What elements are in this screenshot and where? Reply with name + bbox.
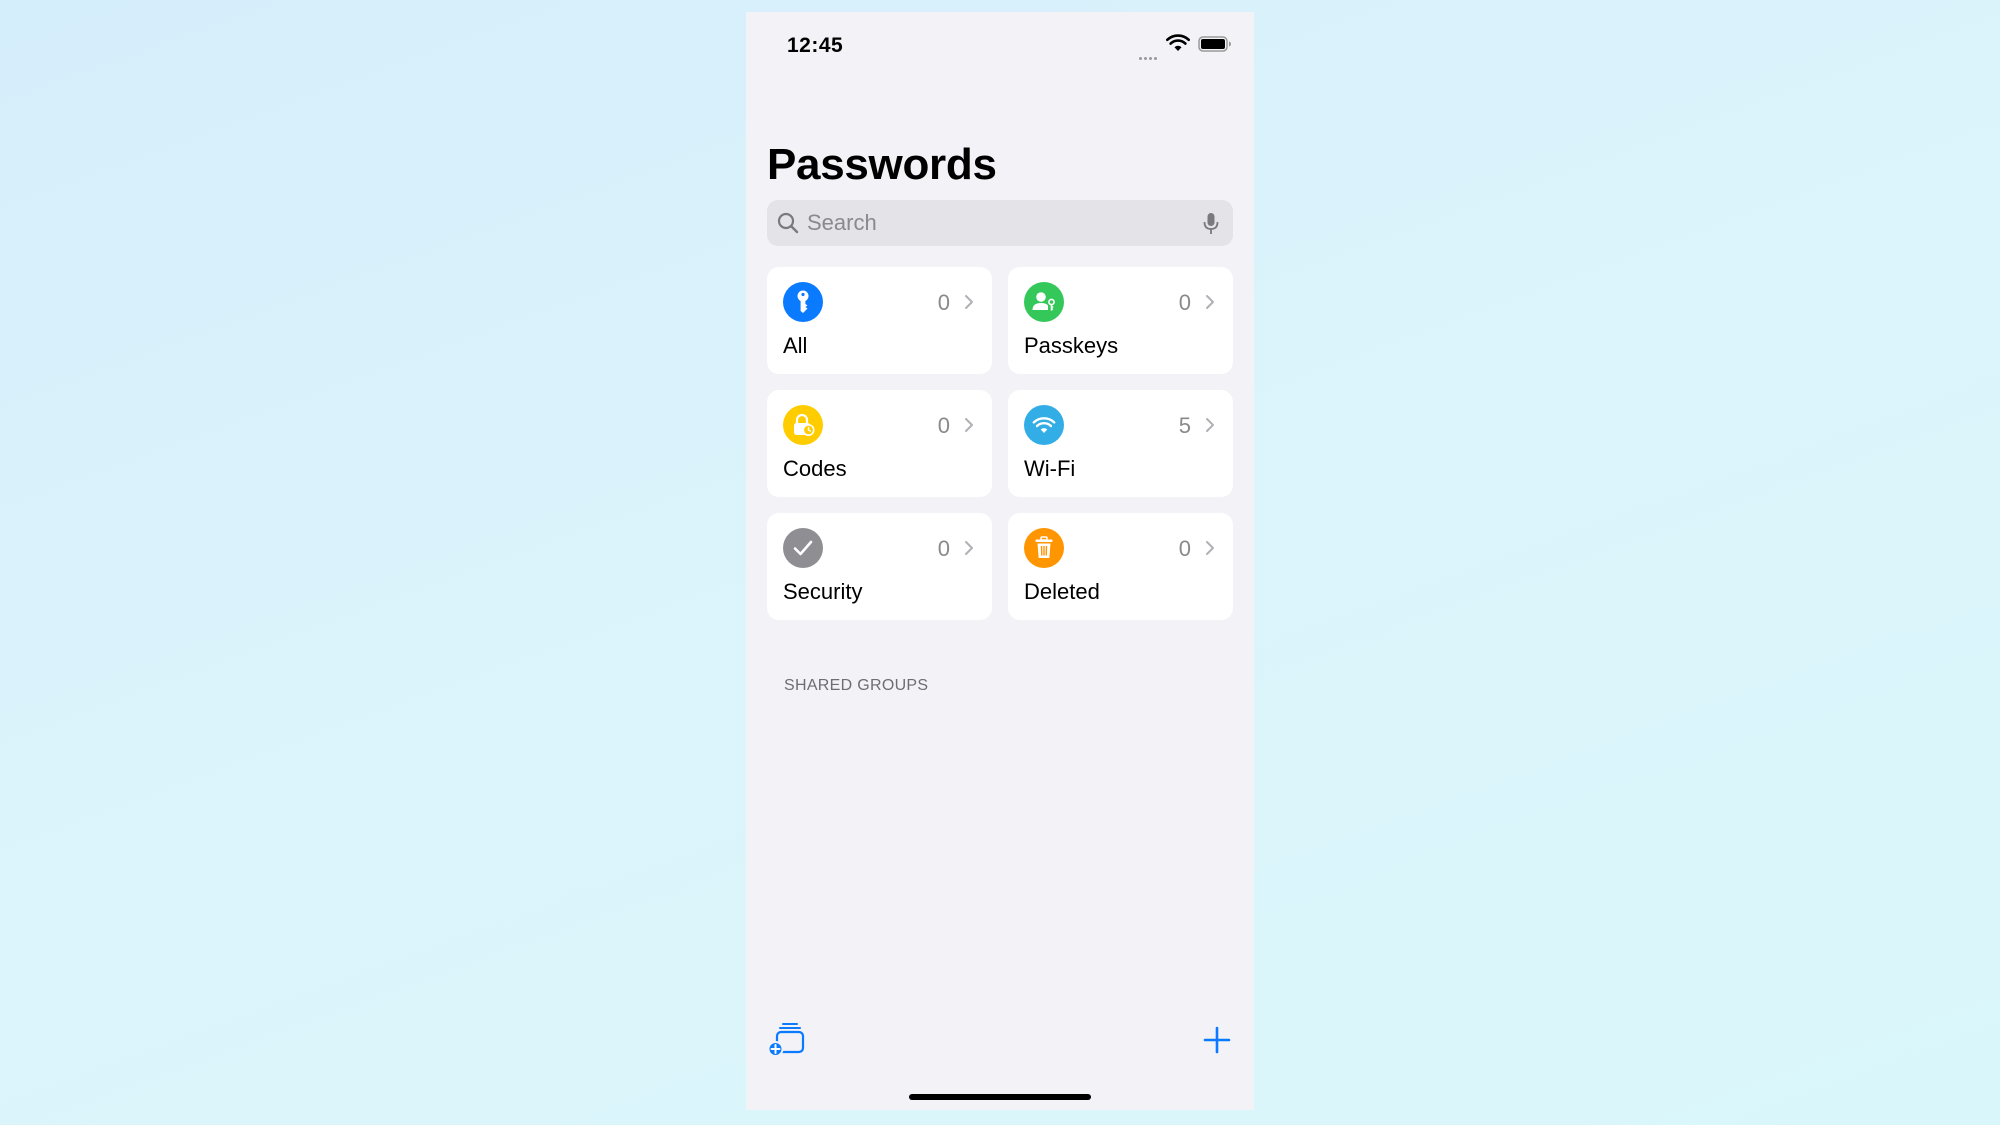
category-label: Security xyxy=(783,579,863,604)
wifi-status-icon xyxy=(1166,34,1190,51)
shared-groups-header: SHARED GROUPS xyxy=(784,677,929,694)
category-count: 0 xyxy=(937,290,950,315)
new-group-icon[interactable] xyxy=(767,1020,807,1060)
key-icon xyxy=(783,282,823,322)
category-card-security[interactable]: 0 Security xyxy=(767,513,992,620)
cellular-signal-icon xyxy=(1139,47,1161,60)
chevron-right-icon xyxy=(965,541,973,555)
category-count: 0 xyxy=(937,413,950,438)
plus-icon[interactable] xyxy=(1201,1024,1233,1056)
category-count: 0 xyxy=(937,536,950,561)
microphone-icon[interactable] xyxy=(1203,212,1219,236)
category-count: 5 xyxy=(1178,413,1191,438)
category-label: Wi-Fi xyxy=(1024,456,1076,481)
status-bar: 12:45 xyxy=(746,12,1254,72)
category-label: All xyxy=(783,333,808,358)
status-time: 12:45 xyxy=(787,34,844,57)
category-count: 0 xyxy=(1178,536,1191,561)
category-card-deleted[interactable]: 0 Deleted xyxy=(1008,513,1233,620)
chevron-right-icon xyxy=(965,418,973,432)
category-label: Codes xyxy=(783,456,847,481)
checkmark-icon xyxy=(783,528,823,568)
category-card-all[interactable]: 0 All xyxy=(767,267,992,374)
page-title: Passwords xyxy=(767,140,997,189)
home-indicator[interactable] xyxy=(909,1094,1091,1100)
category-count: 0 xyxy=(1178,290,1191,315)
category-label: Passkeys xyxy=(1024,333,1119,358)
lock-clock-icon xyxy=(783,405,823,445)
trash-icon xyxy=(1024,528,1064,568)
chevron-right-icon xyxy=(965,295,973,309)
category-card-codes[interactable]: 0 Codes xyxy=(767,390,992,497)
person-key-icon xyxy=(1024,282,1064,322)
category-card-passkeys[interactable]: 0 Passkeys xyxy=(1008,267,1233,374)
category-label: Deleted xyxy=(1024,579,1100,604)
battery-icon xyxy=(1198,36,1231,52)
phone-screen: 12:45 Passwords Search 0 All 0 Passkeys … xyxy=(746,12,1254,1110)
search-icon xyxy=(777,212,799,234)
chevron-right-icon xyxy=(1206,541,1214,555)
chevron-right-icon xyxy=(1206,295,1214,309)
search-bar[interactable] xyxy=(767,200,1233,246)
search-input[interactable] xyxy=(807,206,1187,240)
category-card-wifi[interactable]: 5 Wi-Fi xyxy=(1008,390,1233,497)
wifi-icon xyxy=(1024,405,1064,445)
chevron-right-icon xyxy=(1206,418,1214,432)
